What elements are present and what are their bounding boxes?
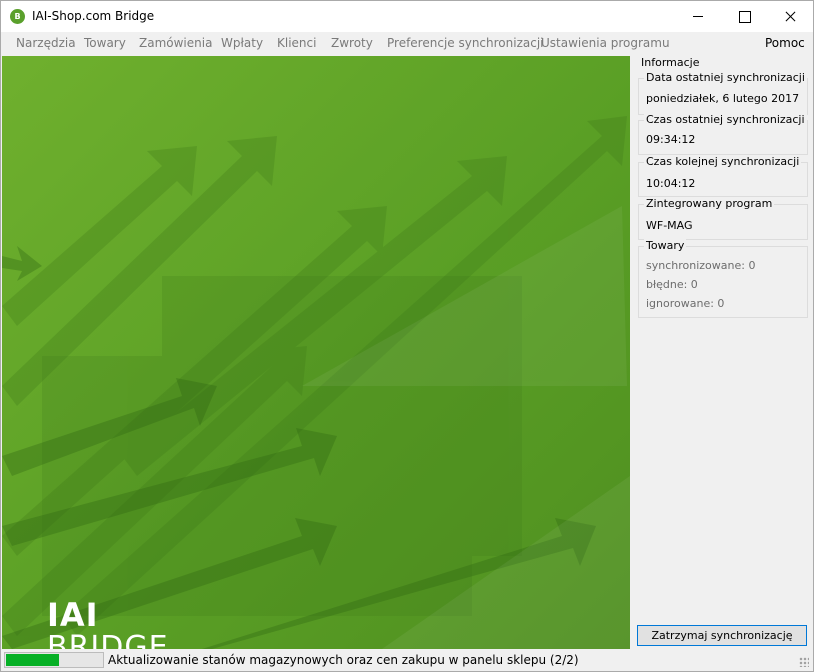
stop-sync-button[interactable]: Zatrzymaj synchronizację	[637, 625, 807, 646]
next-sync-time-label: Czas kolejnej synchronizacji	[644, 155, 802, 168]
logo-text-bridge: BRIDGE	[47, 630, 169, 649]
status-text: Aktualizowanie stanów magazynowych oraz …	[108, 653, 579, 667]
menu-wplaty[interactable]: Wpłaty	[221, 36, 263, 50]
close-button[interactable]	[767, 1, 813, 32]
products-synchronized: synchronizowane: 0	[646, 259, 756, 272]
bridge-banner-image: IAI BRIDGE	[2, 56, 630, 649]
app-logo-icon: B	[10, 9, 25, 24]
sync-progress-bar	[4, 652, 104, 668]
maximize-button[interactable]	[721, 1, 767, 32]
arrows-graphic	[2, 116, 630, 649]
menu-narzedzia[interactable]: Narzędzia	[16, 36, 76, 50]
last-sync-date-value: poniedziałek, 6 lutego 2017	[646, 92, 800, 105]
sync-progress-fill	[6, 654, 59, 666]
menu-klienci[interactable]: Klienci	[277, 36, 316, 50]
minimize-button[interactable]	[675, 1, 721, 32]
logo-text-iai: IAI	[47, 596, 99, 634]
menu-preferencje-synchronizacji[interactable]: Preferencje synchronizacji	[387, 36, 544, 50]
menu-towary[interactable]: Towary	[84, 36, 126, 50]
menu-pomoc[interactable]: Pomoc	[765, 36, 805, 50]
info-panel-legend: Informacje	[639, 56, 702, 69]
last-sync-time-label: Czas ostatniej synchronizacji	[644, 113, 807, 126]
menu-zwroty[interactable]: Zwroty	[331, 36, 373, 50]
menu-bar: Narzędzia Towary Zamówienia Wpłaty Klien…	[1, 32, 813, 56]
last-sync-time-group: Czas ostatniej synchronizacji 09:34:12	[638, 113, 808, 155]
last-sync-date-group: Data ostatniej synchronizacji poniedział…	[638, 71, 808, 115]
last-sync-time-value: 09:34:12	[646, 133, 696, 146]
products-label: Towary	[644, 239, 687, 252]
products-ignored: ignorowane: 0	[646, 297, 725, 310]
integrated-program-group: Zintegrowany program WF-MAG	[638, 197, 808, 240]
products-errors: błędne: 0	[646, 278, 698, 291]
title-bar[interactable]: B IAI-Shop.com Bridge	[1, 1, 813, 32]
products-group: Towary synchronizowane: 0 błędne: 0 igno…	[638, 239, 808, 318]
menu-zamowienia[interactable]: Zamówienia	[139, 36, 212, 50]
menu-ustawienia-programu[interactable]: Ustawienia programu	[541, 36, 670, 50]
next-sync-time-value: 10:04:12	[646, 177, 696, 190]
resize-grip-icon[interactable]	[799, 657, 809, 667]
status-bar: Aktualizowanie stanów magazynowych oraz …	[1, 649, 813, 671]
next-sync-time-group: Czas kolejnej synchronizacji 10:04:12	[638, 155, 808, 197]
integrated-program-label: Zintegrowany program	[644, 197, 775, 210]
app-window: B IAI-Shop.com Bridge Narzędzia Towary Z…	[0, 0, 814, 672]
last-sync-date-label: Data ostatniej synchronizacji	[644, 71, 807, 84]
window-title: IAI-Shop.com Bridge	[32, 9, 155, 23]
integrated-program-value: WF-MAG	[646, 219, 693, 232]
